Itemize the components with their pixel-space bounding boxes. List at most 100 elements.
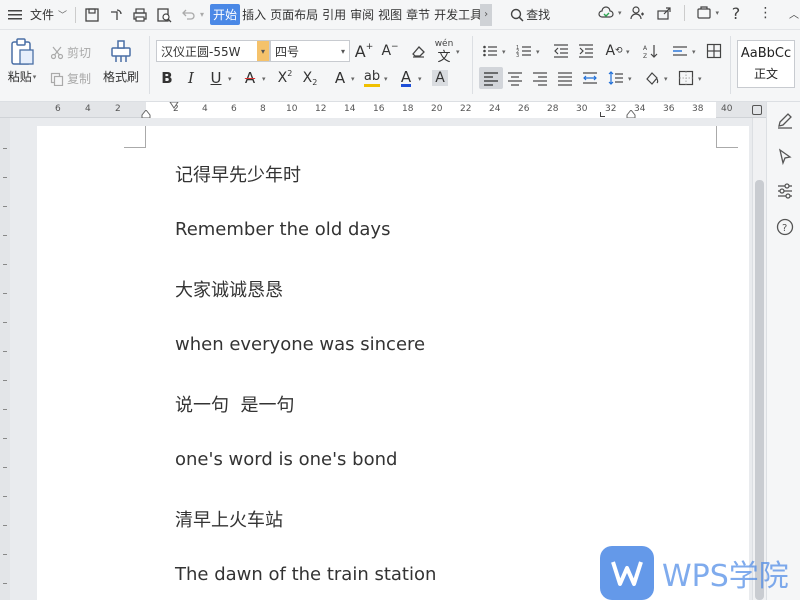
chevron-down-icon[interactable]: ▾ (228, 75, 232, 83)
numbered-list-icon[interactable]: 123 (514, 41, 534, 61)
doc-line-6[interactable]: one's word is one's bond (175, 449, 397, 470)
format-painter-button[interactable]: 格式刷 (100, 38, 142, 85)
chevron-down-icon[interactable]: ▾ (384, 75, 388, 83)
search-button[interactable]: 查找 (506, 4, 554, 26)
text-effect-icon[interactable]: A (330, 68, 350, 88)
underline-icon[interactable]: U (206, 68, 226, 88)
chevron-down-icon[interactable]: ▾ (200, 10, 204, 19)
sort-icon[interactable]: AZ (640, 41, 660, 61)
cloud-status-icon[interactable] (597, 4, 615, 22)
print-preview-icon[interactable] (155, 6, 173, 24)
copy-button[interactable]: 复制 (50, 70, 91, 87)
scrollbar-thumb[interactable] (755, 180, 764, 600)
chevron-down-icon[interactable]: ▾ (351, 75, 355, 83)
doc-line-4[interactable]: when everyone was sincere (175, 334, 425, 355)
cloud-sync-icon[interactable] (107, 6, 125, 24)
phonetic-guide-icon[interactable]: wén 文 (434, 39, 454, 65)
collapse-ribbon-icon[interactable]: ︿ (785, 4, 800, 22)
doc-line-2[interactable]: Remember the old days (175, 219, 390, 240)
tab-chapter[interactable]: 章节 (404, 4, 432, 25)
doc-line-8[interactable]: The dawn of the train station (175, 564, 436, 585)
font-size-select[interactable]: 四号 ▾ (270, 40, 350, 62)
tab-view[interactable]: 视图 (376, 4, 404, 25)
doc-line-5[interactable]: 说一句 是一句 (175, 391, 294, 417)
text-direction-icon[interactable]: A ⟲ (604, 41, 624, 61)
style-normal[interactable]: AaBbCc 正文 (737, 40, 795, 88)
table-tools-icon[interactable] (704, 41, 724, 61)
chevron-down-icon[interactable]: ▾ (536, 48, 540, 56)
tab-references[interactable]: 引用 (320, 4, 348, 25)
chevron-down-icon[interactable]: ▾ (257, 41, 269, 61)
justify-icon[interactable] (555, 68, 575, 88)
align-left-icon[interactable] (479, 67, 503, 89)
doc-line-7[interactable]: 清早上火车站 (175, 506, 283, 532)
doc-line-1[interactable]: 记得早先少年时 (175, 161, 301, 187)
horizontal-ruler[interactable]: 6 4 2 2 4 6 8 10 12 14 16 18 20 22 24 26 28 30 32 34 36 38 40 (0, 102, 800, 118)
share-icon[interactable] (655, 4, 673, 22)
collaborate-icon[interactable] (628, 4, 646, 22)
shrink-font-icon[interactable]: A − (380, 41, 400, 61)
borders-icon[interactable] (676, 68, 696, 88)
tab-stop-marker[interactable] (600, 112, 605, 117)
first-line-indent-marker[interactable] (169, 102, 179, 110)
superscript-icon[interactable]: X2 (275, 68, 295, 88)
shading-icon[interactable] (642, 68, 662, 88)
doc-line-3[interactable]: 大家诚诚恳恳 (175, 276, 283, 302)
chevron-down-icon[interactable]: ▾ (456, 48, 460, 56)
font-name-select[interactable]: 汉仪正圆-55W ▾ (156, 40, 270, 62)
vertical-ruler[interactable] (0, 118, 10, 600)
chevron-down-icon[interactable]: ▾ (418, 75, 422, 83)
align-right-icon[interactable] (530, 68, 550, 88)
line-spacing-icon[interactable] (606, 68, 626, 88)
chevron-down-icon[interactable]: ▾ (262, 75, 266, 83)
chevron-down-icon[interactable]: ▾ (33, 73, 37, 81)
subscript-icon[interactable]: X2 (300, 68, 320, 88)
align-center-icon[interactable] (505, 68, 525, 88)
more-options-icon[interactable]: ⋮ (756, 4, 774, 22)
eraser-icon[interactable] (408, 41, 428, 61)
tab-home[interactable]: 开始 (210, 4, 241, 25)
chevron-down-icon[interactable]: ▾ (626, 48, 630, 56)
help-icon[interactable]: ? (727, 4, 745, 23)
help-circle-icon[interactable]: ? (776, 218, 794, 236)
chevron-down-icon[interactable]: ▾ (502, 48, 506, 56)
show-marks-icon[interactable] (670, 41, 690, 61)
undo-icon[interactable] (179, 6, 197, 24)
left-indent-marker[interactable] (141, 110, 151, 118)
chevron-down-icon[interactable]: ▾ (664, 75, 668, 83)
font-color-icon[interactable]: A (396, 68, 416, 88)
file-menu-button[interactable]: 文件 ﹀ (26, 4, 71, 26)
chevron-down-icon[interactable]: ▾ (618, 9, 622, 17)
tabs-more-button[interactable]: › (480, 3, 493, 26)
italic-icon[interactable]: I (181, 68, 201, 88)
decrease-indent-icon[interactable] (551, 41, 571, 61)
document-area[interactable]: 记得早先少年时 Remember the old days 大家诚诚恳恳 whe… (10, 118, 766, 600)
select-cursor-icon[interactable] (776, 148, 794, 166)
save-icon[interactable] (83, 6, 101, 24)
document-page[interactable]: 记得早先少年时 Remember the old days 大家诚诚恳恳 whe… (37, 126, 749, 600)
cut-button[interactable]: 剪切 (50, 44, 91, 61)
adjust-settings-icon[interactable] (776, 182, 794, 200)
edit-pen-icon[interactable] (776, 112, 794, 130)
skin-icon[interactable] (695, 4, 713, 22)
chevron-down-icon[interactable]: ▾ (698, 75, 702, 83)
chevron-down-icon[interactable]: ▾ (628, 75, 632, 83)
char-shading-icon[interactable]: A (430, 68, 450, 88)
bullet-list-icon[interactable] (480, 41, 500, 61)
tab-developer[interactable]: 开发工具 (432, 4, 480, 25)
highlight-icon[interactable]: ab (362, 68, 382, 88)
print-icon[interactable] (131, 6, 149, 24)
chevron-down-icon[interactable]: ▾ (692, 48, 696, 56)
tab-page-layout[interactable]: 页面布局 (268, 4, 320, 25)
right-indent-marker[interactable] (626, 110, 636, 118)
chevron-down-icon[interactable]: ▾ (337, 41, 349, 61)
bold-icon[interactable]: B (157, 68, 177, 88)
tab-review[interactable]: 审阅 (348, 4, 376, 25)
ruler-toggle-icon[interactable] (752, 105, 762, 115)
chevron-down-icon[interactable]: ▾ (716, 9, 720, 17)
grow-font-icon[interactable]: A + (354, 41, 374, 61)
strikethrough-icon[interactable]: A (240, 68, 260, 88)
menu-icon-button[interactable] (4, 4, 26, 26)
increase-indent-icon[interactable] (576, 41, 596, 61)
distributed-icon[interactable] (580, 68, 600, 88)
